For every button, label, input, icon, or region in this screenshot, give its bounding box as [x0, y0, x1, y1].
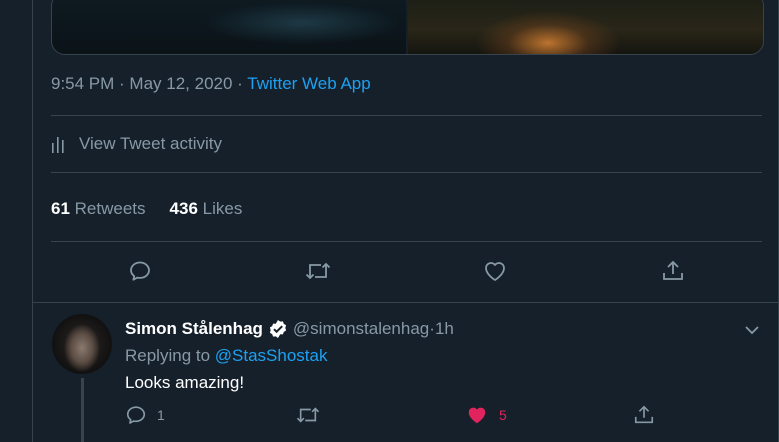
reply-count: 1	[157, 407, 165, 423]
source-separator: ·	[232, 74, 248, 93]
comment-bubble-icon	[126, 406, 146, 424]
tweet-detail-view: 9:54 PM · May 12, 2020 · Twitter Web App…	[0, 0, 779, 442]
retweet-icon	[305, 262, 330, 280]
replying-to-mention[interactable]: @StasShostak	[215, 346, 328, 365]
retweets-label: Retweets	[74, 199, 146, 218]
reply-retweet-button[interactable]	[295, 404, 331, 426]
reply-time[interactable]: 1h	[435, 319, 454, 339]
chevron-down-icon	[745, 326, 759, 335]
reply-header: Simon Stålenhag @simonstalenhag · 1h	[125, 319, 454, 339]
divider	[51, 115, 762, 116]
retweets-stat[interactable]: 61 Retweets	[51, 199, 146, 219]
reply-text: Looks amazing!	[125, 373, 245, 392]
retweets-count: 61	[51, 199, 70, 218]
reply-button[interactable]	[123, 256, 157, 286]
activity-label: View Tweet activity	[79, 134, 222, 153]
tweet-stats: 61 Retweets 436 Likes	[51, 199, 242, 219]
divider	[33, 302, 779, 303]
avatar[interactable]	[52, 314, 112, 374]
divider	[51, 241, 762, 242]
thread-line	[81, 378, 84, 442]
tweet-timestamp: 9:54 PM · May 12, 2020 · Twitter Web App	[51, 74, 371, 94]
timestamp-separator: ·	[114, 74, 130, 93]
tweet-source-link[interactable]: Twitter Web App	[247, 74, 370, 93]
tweet-time[interactable]: 9:54 PM	[51, 74, 114, 93]
tweet-action-bar	[51, 256, 762, 286]
likes-stat[interactable]: 436 Likes	[170, 199, 243, 219]
like-count: 5	[499, 407, 507, 423]
retweet-icon	[296, 407, 320, 423]
heart-icon	[485, 262, 506, 281]
reply-action-bar: 1 5	[125, 404, 665, 430]
verified-badge-icon	[268, 319, 288, 339]
share-icon	[663, 260, 684, 280]
comment-bubble-icon	[129, 261, 150, 281]
reply-author-name[interactable]: Simon Stålenhag	[125, 319, 263, 339]
share-icon	[634, 405, 654, 424]
reply-like-button[interactable]: 5	[465, 404, 507, 426]
reply-share-button[interactable]	[633, 404, 655, 426]
media-image-left[interactable]	[52, 0, 408, 54]
likes-count: 436	[169, 199, 198, 218]
likes-label: Likes	[202, 199, 243, 218]
divider	[51, 172, 762, 173]
like-button[interactable]	[478, 256, 512, 286]
tweet-date[interactable]: May 12, 2020	[129, 74, 232, 93]
view-tweet-activity-button[interactable]: View Tweet activity	[51, 134, 222, 154]
more-options-button[interactable]	[742, 320, 762, 340]
reply-reply-button[interactable]: 1	[125, 404, 165, 426]
reply-author-handle[interactable]: @simonstalenhag	[293, 319, 429, 339]
tweet-media[interactable]	[51, 0, 764, 55]
share-button[interactable]	[656, 256, 690, 286]
retweet-button[interactable]	[301, 256, 335, 286]
replying-to: Replying to @StasShostak	[125, 346, 327, 366]
replying-prefix: Replying to	[125, 346, 215, 365]
heart-icon	[468, 407, 486, 424]
bar-chart-icon	[51, 134, 67, 154]
media-image-right[interactable]	[408, 0, 763, 54]
column-border-left	[32, 0, 33, 442]
